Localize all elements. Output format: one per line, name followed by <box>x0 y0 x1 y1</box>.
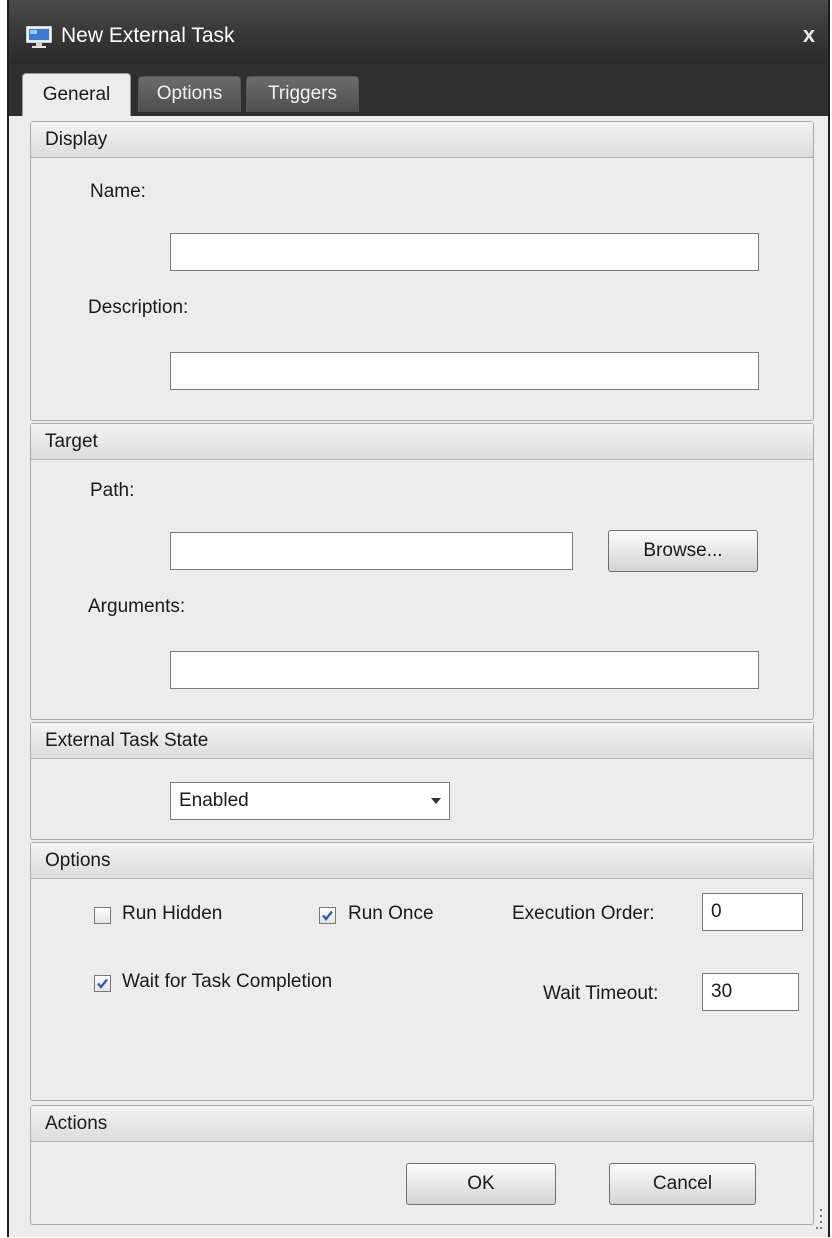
run-hidden-label: Run Hidden <box>122 903 223 924</box>
run-once-checkbox[interactable] <box>319 907 336 924</box>
tab-strip <box>9 64 828 116</box>
display-header: Display <box>31 122 813 158</box>
path-input[interactable] <box>170 532 573 570</box>
chevron-down-icon <box>431 798 441 804</box>
ok-button[interactable]: OK <box>406 1163 556 1205</box>
checkmark-icon <box>97 978 108 989</box>
options-header: Options <box>31 843 813 879</box>
tab-options[interactable]: Options <box>138 76 241 112</box>
target-panel: Target Path: Browse... Arguments: <box>30 423 814 720</box>
description-label: Description: <box>88 297 189 318</box>
options-panel: Options Run Hidden Run Once Execution Or… <box>30 842 814 1101</box>
checkmark-icon <box>322 910 333 921</box>
display-panel: Display Name: Description: <box>30 121 814 421</box>
state-header: External Task State <box>31 723 813 759</box>
execution-order-input[interactable] <box>702 893 803 931</box>
wait-completion-label: Wait for Task Completion <box>122 971 333 992</box>
name-label: Name: <box>90 181 146 202</box>
state-selected-value: Enabled <box>179 790 249 811</box>
execution-order-label: Execution Order: <box>512 903 655 924</box>
state-dropdown[interactable]: Enabled <box>170 782 450 820</box>
arguments-label: Arguments: <box>88 596 186 617</box>
run-hidden-checkbox[interactable] <box>94 907 111 924</box>
dialog-window: New External Task x General Options Trig… <box>7 0 830 1237</box>
computer-monitor-icon <box>26 26 52 48</box>
wait-timeout-label: Wait Timeout: <box>543 983 659 1004</box>
run-once-label: Run Once <box>348 903 434 924</box>
actions-header: Actions <box>31 1106 813 1142</box>
wait-completion-checkbox[interactable] <box>94 975 111 992</box>
title-bar[interactable]: New External Task x <box>9 0 828 64</box>
name-input[interactable] <box>170 233 759 271</box>
close-button[interactable]: x <box>796 22 822 48</box>
wait-timeout-input[interactable] <box>702 973 799 1011</box>
description-input[interactable] <box>170 352 759 390</box>
resize-grip-icon[interactable] <box>814 1207 824 1233</box>
tab-general[interactable]: General <box>22 73 131 116</box>
path-label: Path: <box>90 480 135 501</box>
arguments-input[interactable] <box>170 651 759 689</box>
actions-panel: Actions OK Cancel <box>30 1105 814 1225</box>
target-header: Target <box>31 424 813 460</box>
state-panel: External Task State Enabled <box>30 722 814 840</box>
tab-triggers[interactable]: Triggers <box>246 76 359 112</box>
browse-button[interactable]: Browse... <box>608 530 758 572</box>
window-title: New External Task <box>61 24 235 47</box>
cancel-button[interactable]: Cancel <box>609 1163 756 1205</box>
